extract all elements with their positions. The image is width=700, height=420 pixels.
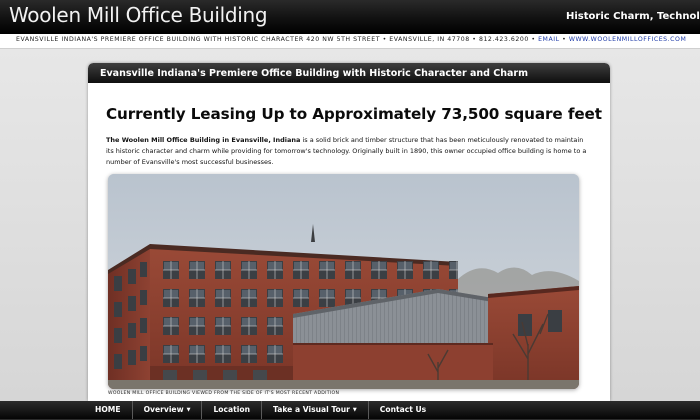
intro-bold: The Woolen Mill Office Building in Evans… — [106, 136, 301, 144]
page-headline: Currently Leasing Up to Approximately 73… — [106, 105, 602, 123]
dropdown-caret-icon: ▼ — [186, 407, 191, 413]
contact-strip: EVANSVILLE INDIANA'S PREMIERE OFFICE BUI… — [0, 34, 700, 49]
email-link[interactable]: EMAIL — [538, 36, 560, 43]
website-link[interactable]: WWW.WOOLENMILLOFFICES.COM — [569, 36, 687, 43]
nav-item-location[interactable]: Location — [202, 401, 262, 419]
nav-item-home[interactable]: HOME — [84, 401, 133, 419]
nav-item-take-a-visual-tour[interactable]: Take a Visual Tour ▼ — [262, 401, 369, 419]
site-header: Woolen Mill Office Building Historic Cha… — [0, 0, 700, 34]
photo-caption: WOOLEN MILL OFFICE BUILDING VIEWED FROM … — [108, 391, 340, 396]
bottom-nav-bar: HOME Overview ▼ Location Take a Visual Tour ▼… — [0, 401, 700, 419]
nav-item-label: HOME — [95, 405, 121, 414]
separator: • — [559, 36, 569, 43]
site-tagline: Historic Charm, Technological Savv — [566, 11, 700, 22]
dropdown-caret-icon: ▼ — [352, 407, 357, 413]
nav-item-contact-us[interactable]: Contact Us — [369, 401, 437, 419]
nav-item-label: Overview — [143, 405, 184, 414]
intro-paragraph: The Woolen Mill Office Building in Evans… — [106, 135, 592, 167]
site-title[interactable]: Woolen Mill Office Building — [9, 3, 268, 27]
contact-line: EVANSVILLE INDIANA'S PREMIERE OFFICE BUI… — [16, 36, 686, 43]
nav-item-overview[interactable]: Overview ▼ — [133, 401, 203, 419]
nav-item-label: Take a Visual Tour — [273, 405, 350, 414]
nav-item-label: Location — [213, 405, 250, 414]
content-panel: Evansville Indiana's Premiere Office Bui… — [88, 63, 610, 401]
address-text: EVANSVILLE INDIANA'S PREMIERE OFFICE BUI… — [16, 36, 539, 43]
building-photo — [108, 174, 579, 389]
main-nav: HOME Overview ▼ Location Take a Visual Tour ▼… — [84, 401, 437, 419]
nav-item-label: Contact Us — [379, 405, 427, 414]
panel-title: Evansville Indiana's Premiere Office Bui… — [100, 68, 528, 79]
